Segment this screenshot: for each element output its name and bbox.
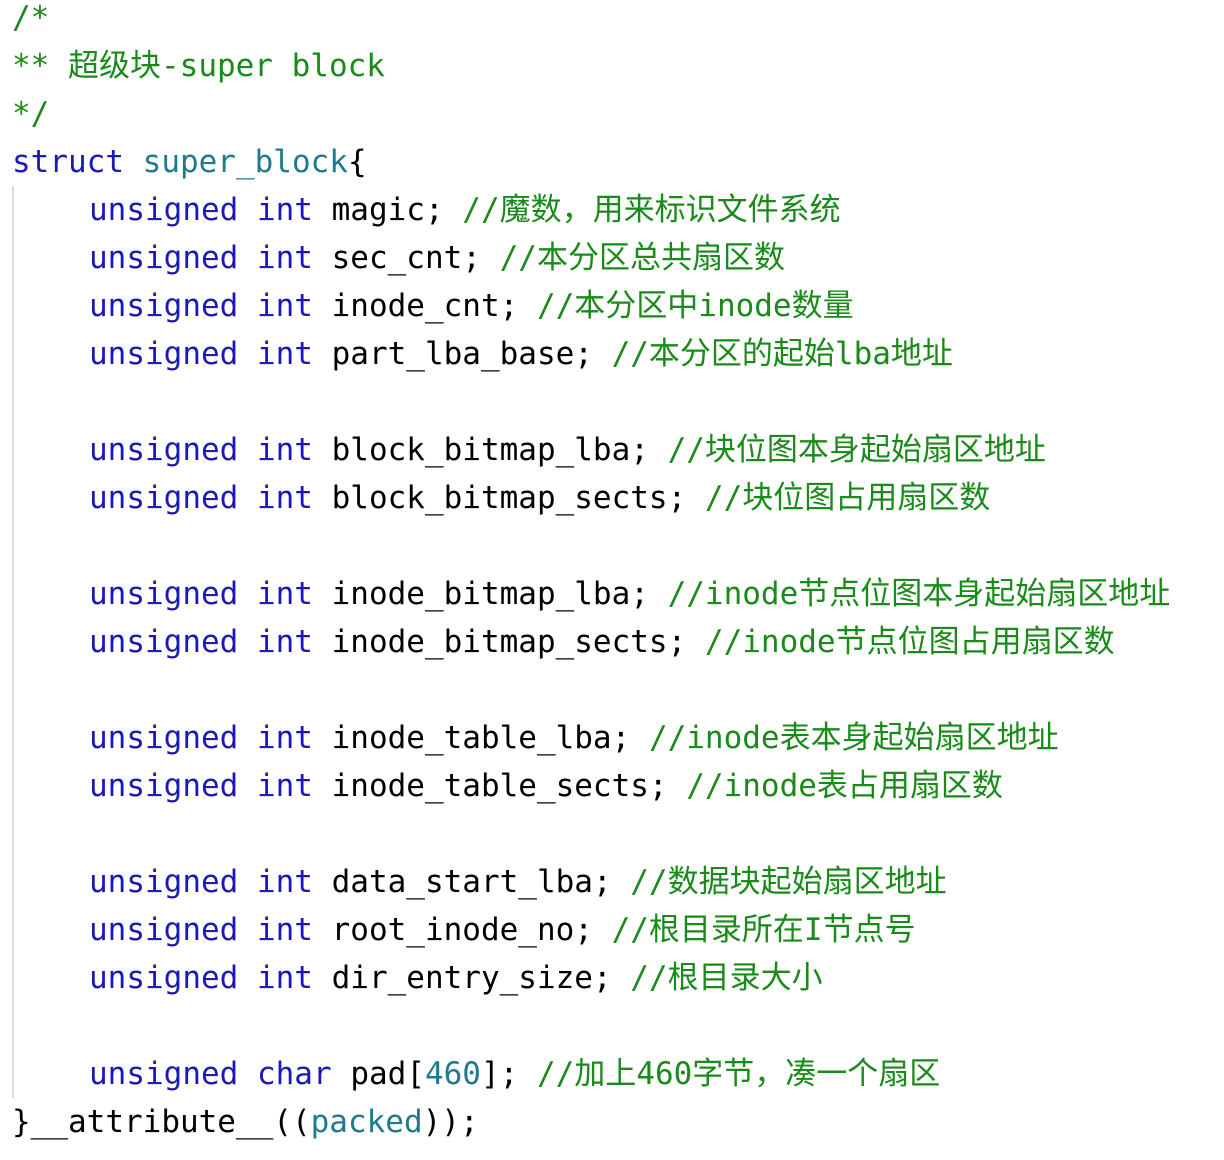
field-line: unsigned int data_start_lba; //数据块起始扇区地址 <box>89 864 947 900</box>
field-comment: //块位图本身起始扇区地址 <box>667 432 1046 468</box>
field-line: unsigned int block_bitmap_sects; //块位图占用… <box>89 480 991 516</box>
pad-field-line: unsigned char pad[460]; //加上460字节，凑一个扇区 <box>89 1056 941 1092</box>
field-name: block_bitmap_lba <box>331 432 631 468</box>
field-line: unsigned int dir_entry_size; //根目录大小 <box>89 960 823 996</box>
field-line: unsigned int sec_cnt; //本分区总共扇区数 <box>89 240 785 276</box>
field-name: inode_cnt <box>331 288 500 324</box>
comment-title: ** 超级块-super block <box>12 48 385 84</box>
field-type: unsigned int <box>89 480 313 516</box>
field-type: unsigned int <box>89 288 313 324</box>
field-line: unsigned int root_inode_no; //根目录所在I节点号 <box>89 912 916 948</box>
field-comment: //inode节点位图本身起始扇区地址 <box>667 576 1171 612</box>
field-type: unsigned int <box>89 336 313 372</box>
code-block: /* ** 超级块-super block */ struct super_bl… <box>12 0 1224 1146</box>
field-name: inode_bitmap_sects <box>331 624 668 660</box>
field-comment: //本分区的起始lba地址 <box>611 336 953 372</box>
field-comment: //根目录大小 <box>630 960 823 996</box>
field-name: root_inode_no <box>331 912 575 948</box>
field-comment: //inode表本身起始扇区地址 <box>648 720 1059 756</box>
field-type: unsigned int <box>89 432 313 468</box>
comment-close: */ <box>12 96 50 132</box>
struct-declaration: struct super_block{ <box>12 138 1224 186</box>
open-brace: { <box>347 144 367 180</box>
field-type: unsigned int <box>89 768 313 804</box>
field-type: unsigned int <box>89 192 313 228</box>
field-name: inode_table_lba <box>331 720 612 756</box>
field-line: unsigned int part_lba_base; //本分区的起始lba地… <box>89 336 953 372</box>
field-comment: //本分区中inode数量 <box>536 288 854 324</box>
field-type: unsigned int <box>89 624 313 660</box>
field-comment: //本分区总共扇区数 <box>499 240 785 276</box>
field-comment: //inode表占用扇区数 <box>686 768 1003 804</box>
field-comment: //块位图占用扇区数 <box>704 480 991 516</box>
field-line: unsigned int magic; //魔数，用来标识文件系统 <box>89 192 841 228</box>
field-type: unsigned int <box>89 912 313 948</box>
field-line: unsigned int inode_table_lba; //inode表本身… <box>89 720 1059 756</box>
field-type: unsigned int <box>89 960 313 996</box>
pad-type: unsigned char <box>89 1056 332 1092</box>
field-type: unsigned int <box>89 720 313 756</box>
field-type: unsigned int <box>89 240 313 276</box>
field-line: unsigned int inode_bitmap_lba; //inode节点… <box>89 576 1171 612</box>
field-comment: //魔数，用来标识文件系统 <box>462 192 841 228</box>
pad-comment: //加上460字节，凑一个扇区 <box>536 1056 941 1092</box>
field-name: dir_entry_size <box>331 960 593 996</box>
struct-keyword: struct <box>12 144 124 180</box>
field-line: unsigned int inode_bitmap_sects; //inode… <box>89 624 1115 660</box>
attribute-value: packed <box>310 1104 423 1140</box>
attribute-suffix: )); <box>422 1104 479 1140</box>
field-type: unsigned int <box>89 864 313 900</box>
attribute-prefix: __attribute__(( <box>30 1104 311 1140</box>
struct-close: }__attribute__((packed)); <box>12 1098 1224 1146</box>
field-name: data_start_lba <box>331 864 593 900</box>
code-editor[interactable]: /* ** 超级块-super block */ struct super_bl… <box>0 0 1224 1160</box>
field-comment: //根目录所在I节点号 <box>611 912 916 948</box>
field-comment: //数据块起始扇区地址 <box>630 864 947 900</box>
field-name: part_lba_base <box>331 336 575 372</box>
close-brace: } <box>12 1104 31 1140</box>
field-type: unsigned int <box>89 576 313 612</box>
field-comment: //inode节点位图占用扇区数 <box>704 624 1115 660</box>
field-name: inode_bitmap_lba <box>331 576 631 612</box>
struct-name: super_block <box>142 144 348 180</box>
field-name: magic <box>331 192 425 228</box>
field-line: unsigned int block_bitmap_lba; //块位图本身起始… <box>89 432 1046 468</box>
field-name: block_bitmap_sects <box>331 480 668 516</box>
field-line: unsigned int inode_table_sects; //inode表… <box>89 768 1003 804</box>
pad-name: pad <box>350 1056 407 1092</box>
field-line: unsigned int inode_cnt; //本分区中inode数量 <box>89 288 854 324</box>
comment-open: /* <box>12 0 50 36</box>
field-name: sec_cnt <box>331 240 463 276</box>
pad-size: 460 <box>424 1056 481 1092</box>
field-name: inode_table_sects <box>331 768 649 804</box>
